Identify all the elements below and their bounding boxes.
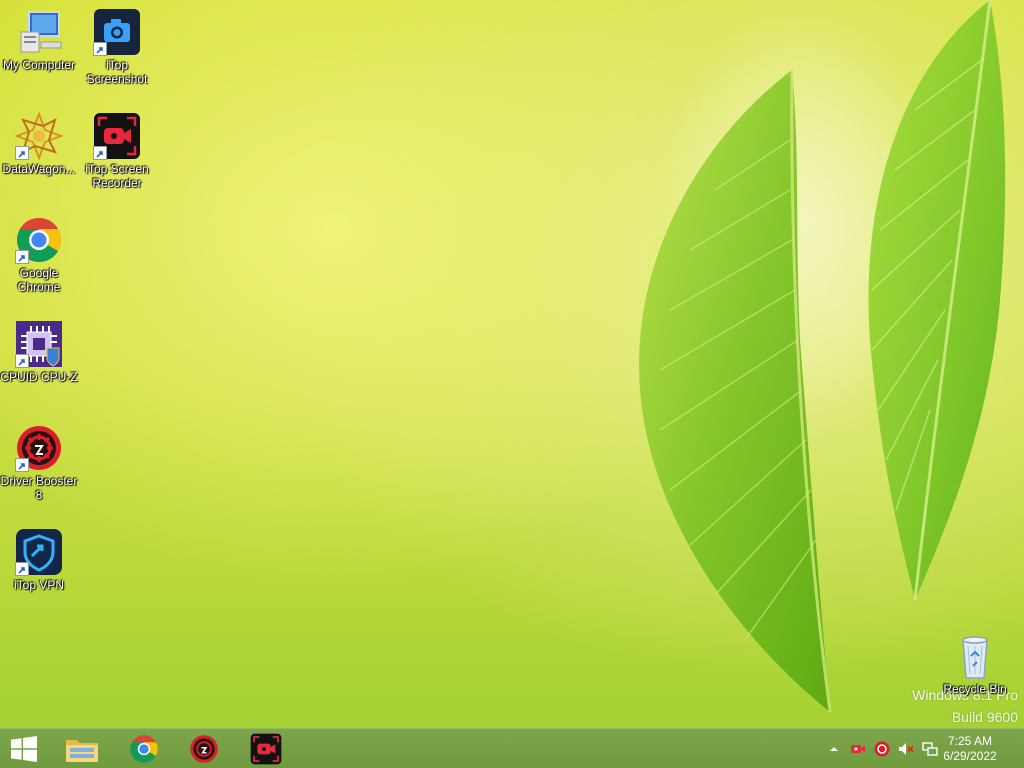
desktop-icon-itop-screen-recorder[interactable]: iTop Screen Recorder [78, 112, 156, 190]
tray-itop-recorder[interactable] [850, 741, 866, 757]
taskbar-clock[interactable]: 7:25 AM 6/29/2022 [938, 734, 1002, 764]
desktop-icon-google-chrome[interactable]: Google Chrome [0, 216, 78, 294]
driver-booster-tray-icon [874, 741, 890, 757]
shortcut-arrow-icon [93, 146, 107, 160]
driver-booster-icon [190, 735, 218, 763]
chevron-up-icon [830, 747, 838, 751]
cpuz-icon [15, 320, 63, 368]
tray-driver-booster[interactable] [874, 741, 890, 757]
shortcut-arrow-icon [15, 562, 29, 576]
shortcut-arrow-icon [15, 458, 29, 472]
shortcut-arrow-icon [15, 146, 29, 160]
tray-network[interactable] [922, 741, 938, 757]
taskbar-driver-booster-button[interactable] [178, 729, 230, 768]
desktop-icon-label: Driver Booster 8 [0, 474, 78, 502]
clock-time: 7:25 AM [947, 734, 993, 748]
folder-icon [66, 740, 98, 762]
shortcut-arrow-icon [93, 42, 107, 56]
tray-volume[interactable] [898, 741, 914, 757]
desktop-icon-label: Recycle Bin [943, 682, 1007, 696]
itop-vpn-icon [15, 528, 63, 576]
clock-date: 6/29/2022 [943, 749, 997, 763]
recorder-tray-icon [851, 745, 865, 753]
desktop-icon-label: iTop Screenshot [86, 58, 148, 86]
desktop-icon-my-computer[interactable]: My Computer [0, 8, 78, 72]
taskbar: 7:25 AM 6/29/2022 [0, 728, 1024, 768]
show-hidden-icons-button[interactable] [826, 741, 842, 757]
desktop-icon-label: DataWagon... [2, 162, 76, 176]
itop-screen-recorder-icon [93, 112, 141, 160]
wallpaper [639, 0, 1006, 713]
taskbar-itop-screen-recorder-button[interactable] [240, 729, 292, 768]
desktop-icon-itop-vpn[interactable]: iTop VPN [0, 528, 78, 592]
desktop-icon-label: CPUID CPU-Z [0, 370, 78, 384]
computer-icon [15, 8, 63, 56]
datawagon-icon [14, 111, 64, 161]
taskbar-file-explorer-button[interactable] [56, 729, 108, 768]
driver-booster-icon [15, 424, 63, 472]
chrome-icon [130, 735, 158, 763]
shortcut-arrow-icon [15, 250, 29, 264]
watermark-build: Build 9600 [951, 709, 1018, 725]
desktop-icon-recycle-bin[interactable]: Recycle Bin [936, 632, 1014, 696]
start-button[interactable] [0, 729, 48, 768]
desktop-icon-label: iTop VPN [13, 578, 65, 592]
desktop[interactable]: My Computer iTop Screenshot DataWagon...… [0, 0, 1024, 728]
desktop-icon-label: iTop Screen Recorder [85, 162, 149, 190]
windows-logo-icon [11, 736, 37, 762]
desktop-icon-label: My Computer [2, 58, 76, 72]
itop-screenshot-icon [93, 8, 141, 56]
desktop-icon-itop-screenshot[interactable]: iTop Screenshot [78, 8, 156, 86]
desktop-icon-driver-booster[interactable]: Driver Booster 8 [0, 424, 78, 502]
itop-screen-recorder-icon [250, 733, 282, 765]
network-icon [922, 742, 938, 756]
shortcut-arrow-icon [15, 354, 29, 368]
taskbar-chrome-button[interactable] [118, 729, 170, 768]
recycle-bin-icon [951, 632, 999, 680]
desktop-icon-datawagon[interactable]: DataWagon... [0, 111, 78, 176]
chrome-icon [15, 216, 63, 264]
volume-muted-icon [899, 743, 914, 755]
desktop-icon-cpuz[interactable]: CPUID CPU-Z [0, 320, 78, 384]
desktop-icon-label: Google Chrome [17, 266, 61, 294]
